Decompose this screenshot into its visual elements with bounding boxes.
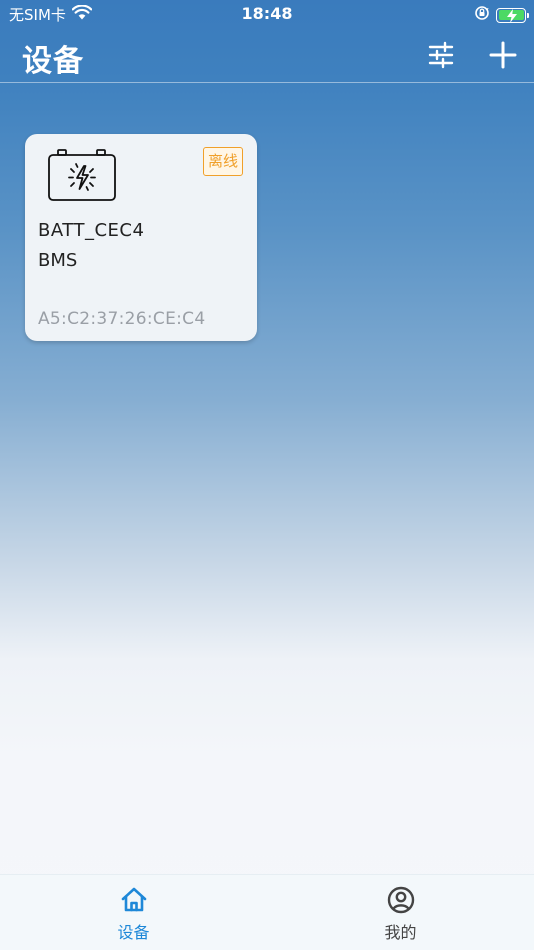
- home-icon: [120, 886, 148, 914]
- status-badge: 离线: [202, 147, 243, 176]
- page-title: 设备: [22, 44, 84, 79]
- tab-bar: 设备 我的: [0, 874, 534, 950]
- user-circle-icon: [387, 886, 415, 914]
- device-type: BMS: [38, 250, 78, 271]
- device-name: BATT_CEC4: [38, 220, 145, 241]
- status-bar: 无SIM卡 18:48: [0, 0, 534, 28]
- tab-mine[interactable]: 我的: [267, 875, 534, 950]
- status-time: 18:48: [241, 4, 293, 23]
- plus-icon[interactable]: [488, 40, 518, 70]
- tab-devices[interactable]: 设备: [0, 875, 267, 950]
- battery-device-icon: [47, 148, 117, 206]
- tab-devices-label: 设备: [117, 923, 150, 942]
- nav-bar: 设备: [0, 28, 534, 83]
- device-mac-address: A5:C2:37:26:CE:C4: [38, 309, 206, 329]
- battery-icon: [496, 7, 529, 23]
- sliders-icon[interactable]: [426, 40, 456, 70]
- rotation-lock-icon: [474, 5, 490, 25]
- device-card[interactable]: 离线 BATT_CEC4 BMS A5:C2:37:26:CE:C4: [25, 134, 257, 341]
- status-right: [474, 5, 529, 25]
- tab-mine-label: 我的: [384, 923, 417, 942]
